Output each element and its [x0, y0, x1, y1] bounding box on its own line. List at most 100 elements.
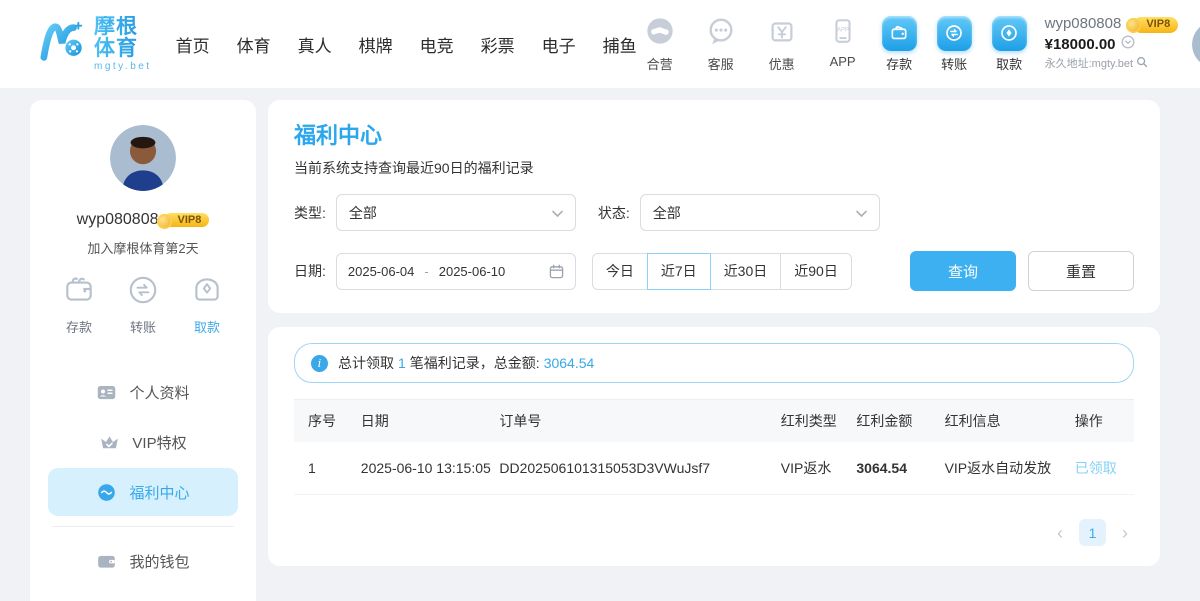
- utility-group: 合营 客服 优惠: [637, 16, 866, 73]
- nav-link-live[interactable]: 真人: [298, 32, 332, 57]
- info-icon: i: [311, 355, 328, 372]
- date-separator: -: [424, 264, 428, 279]
- deposit-icon: [882, 16, 917, 51]
- nav-link-cards[interactable]: 棋牌: [359, 32, 393, 57]
- sidebar: wyp080808 VIP8 加入摩根体育第2天 存款: [30, 100, 256, 601]
- col-bonus-info: 红利信息: [937, 400, 1067, 443]
- benefit-icon: [96, 482, 117, 503]
- sidebar-item-label: VIP特权: [132, 432, 186, 453]
- promotions-button[interactable]: 优惠: [759, 16, 805, 73]
- customer-service-button[interactable]: 客服: [698, 16, 744, 73]
- summary-count: 1: [398, 355, 406, 371]
- wallet-actions: 存款 转账 取款: [882, 16, 1027, 73]
- nav-link-lottery[interactable]: 彩票: [481, 32, 515, 57]
- date-end: 2025-06-10: [439, 264, 506, 279]
- sidebar-item-label: 福利中心: [129, 482, 189, 503]
- sidebar-transfer-label: 转账: [130, 317, 156, 336]
- col-bonus-amount: 红利金额: [848, 400, 936, 443]
- logo-title: 摩根体育: [94, 16, 152, 60]
- promotions-label: 优惠: [769, 54, 795, 73]
- date-range-presets: 今日 近7日 近30日 近90日: [592, 253, 852, 290]
- range-7days-button[interactable]: 近7日: [647, 253, 711, 290]
- sidebar-transfer-button[interactable]: 转账: [126, 273, 160, 336]
- sidebar-withdraw-label: 取款: [194, 317, 220, 336]
- mobile-app-icon: APP: [828, 16, 858, 51]
- status-select[interactable]: 全部: [640, 194, 880, 231]
- transfer-button[interactable]: 转账: [937, 16, 972, 73]
- partner-label: 合营: [647, 54, 673, 73]
- withdraw-button[interactable]: 取款: [992, 16, 1027, 73]
- page-content: wyp080808 VIP8 加入摩根体育第2天 存款: [0, 88, 1200, 601]
- next-page-button[interactable]: ›: [1122, 524, 1128, 542]
- sidebar-item-benefits[interactable]: 福利中心: [48, 468, 238, 516]
- calendar-icon: [549, 264, 564, 279]
- range-90days-button[interactable]: 近90日: [781, 253, 852, 290]
- type-label: 类型:: [294, 203, 326, 223]
- col-order-no: 订单号: [491, 400, 772, 443]
- transfer-icon: [937, 16, 972, 51]
- customer-service-label: 客服: [708, 54, 734, 73]
- profile-vip-badge: VIP8: [164, 213, 209, 227]
- logo-icon: [40, 19, 86, 70]
- type-select-value: 全部: [349, 203, 377, 223]
- withdraw-label: 取款: [996, 54, 1022, 73]
- results-card: i 总计领取1笔福利记录，总金额:3064.54 序号 日期 订单号 红利类型 …: [268, 327, 1160, 566]
- page-1-button[interactable]: 1: [1079, 519, 1106, 546]
- date-range-input[interactable]: 2025-06-04 - 2025-06-10: [336, 253, 576, 290]
- search-button[interactable]: 查询: [910, 251, 1016, 291]
- deposit-label: 存款: [886, 54, 912, 73]
- status-label: 状态:: [598, 203, 630, 223]
- nav-link-home[interactable]: 首页: [176, 32, 210, 57]
- range-30days-button[interactable]: 近30日: [711, 253, 782, 290]
- transfer-outline-icon: [126, 273, 160, 312]
- nav-link-sports[interactable]: 体育: [237, 32, 271, 57]
- deposit-outline-icon: [62, 273, 96, 312]
- nav-link-fishing[interactable]: 捕鱼: [603, 32, 637, 57]
- col-index: 序号: [294, 400, 353, 443]
- cell-date: 2025-06-10 13:15:05: [353, 442, 492, 495]
- col-date: 日期: [353, 400, 492, 443]
- col-action: 操作: [1067, 400, 1134, 443]
- benefits-table: 序号 日期 订单号 红利类型 红利金额 红利信息 操作 1 2025-06-10…: [294, 399, 1134, 495]
- prev-page-button[interactable]: ‹: [1057, 524, 1063, 542]
- profile-username: wyp080808: [77, 211, 159, 229]
- handshake-icon: [645, 16, 675, 51]
- sidebar-item-vip[interactable]: VIP特权: [48, 418, 238, 466]
- reset-button[interactable]: 重置: [1028, 251, 1134, 291]
- sidebar-deposit-button[interactable]: 存款: [62, 273, 96, 336]
- search-address-icon[interactable]: [1136, 56, 1148, 73]
- promo-yuan-icon: [767, 16, 797, 51]
- user-avatar[interactable]: [1192, 21, 1200, 68]
- crown-icon: [99, 432, 120, 453]
- sidebar-item-wallet[interactable]: 我的钱包: [48, 537, 238, 585]
- sidebar-withdraw-button[interactable]: 取款: [190, 273, 224, 336]
- cell-index: 1: [294, 442, 353, 495]
- filter-card: 福利中心 当前系统支持查询最近90日的福利记录 类型: 全部 状态: 全部: [268, 100, 1160, 313]
- join-days-text: 加入摩根体育第2天: [30, 238, 256, 257]
- range-today-button[interactable]: 今日: [592, 253, 648, 290]
- type-select[interactable]: 全部: [336, 194, 576, 231]
- site-logo[interactable]: 摩根体育 mgty.bet: [40, 16, 152, 73]
- sidebar-item-label: 我的钱包: [129, 551, 189, 572]
- main-panel: 福利中心 当前系统支持查询最近90日的福利记录 类型: 全部 状态: 全部: [268, 100, 1160, 601]
- app-download-button[interactable]: APP APP: [820, 16, 866, 73]
- balance-amount: ¥18000.00: [1045, 36, 1116, 55]
- nav-link-esports[interactable]: 电竞: [420, 32, 454, 57]
- username: wyp080808: [1045, 15, 1122, 34]
- vip-badge: VIP8: [1133, 17, 1178, 33]
- app-label: APP: [830, 54, 856, 69]
- sidebar-item-label: 个人资料: [129, 382, 189, 403]
- chevron-down-icon: [552, 205, 563, 221]
- nav-link-slots[interactable]: 电子: [542, 32, 576, 57]
- sidebar-quick-actions: 存款 转账 取款: [30, 273, 256, 336]
- sidebar-item-transactions[interactable]: 交易记录: [48, 587, 238, 601]
- balance-toggle-icon[interactable]: [1121, 35, 1135, 55]
- profile-avatar[interactable]: [110, 125, 176, 191]
- pagination: ‹ 1 ›: [294, 519, 1134, 546]
- summary-amount: 3064.54: [544, 355, 595, 371]
- date-label: 日期:: [294, 261, 326, 281]
- sidebar-deposit-label: 存款: [66, 317, 92, 336]
- sidebar-item-profile[interactable]: 个人资料: [48, 368, 238, 416]
- partner-button[interactable]: 合营: [637, 16, 683, 73]
- deposit-button[interactable]: 存款: [882, 16, 917, 73]
